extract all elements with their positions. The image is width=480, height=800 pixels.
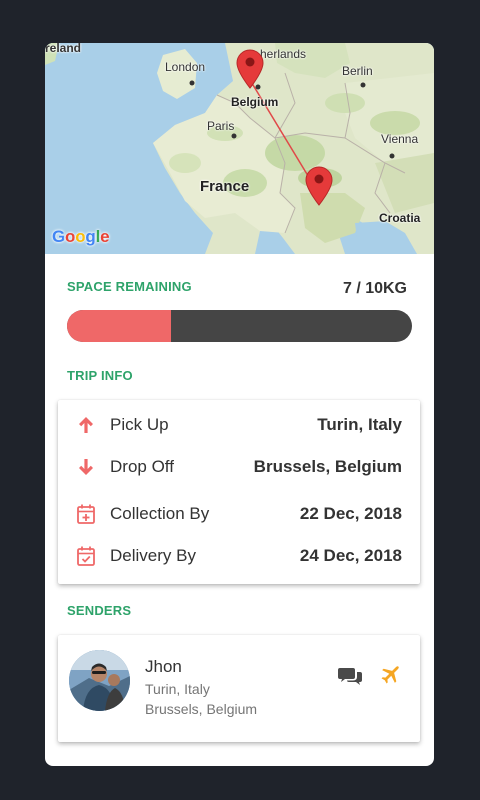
trip-row-pickup: Pick Up Turin, Italy [58, 410, 420, 440]
trip-info-panel: Pick Up Turin, Italy Drop Off Brussels, … [58, 400, 420, 584]
trip-info-title: TRIP INFO [67, 368, 133, 383]
delivery-value: 24 Dec, 2018 [299, 546, 402, 565]
arrow-up-icon [76, 414, 96, 436]
collection-value: 22 Dec, 2018 [299, 504, 402, 523]
trip-row-delivery: Delivery By 24 Dec, 2018 [58, 541, 420, 571]
avatar [69, 650, 130, 711]
route-map[interactable]: reland herlands London Berlin Belgium Pa… [45, 43, 434, 254]
dropoff-pin-icon[interactable] [236, 49, 264, 89]
trip-row-dropoff: Drop Off Brussels, Belgium [58, 452, 420, 482]
google-logo: Google [52, 227, 110, 246]
delivery-label: Delivery By [110, 546, 196, 565]
trip-row-collection: Collection By 22 Dec, 2018 [58, 499, 420, 529]
sender-card[interactable]: Jhon Turin, Italy Brussels, Belgium [58, 635, 420, 742]
map-label-london: London [165, 60, 206, 74]
space-progress-fill [67, 310, 171, 342]
map-label-ireland: reland [45, 43, 82, 55]
map-label-berlin: Berlin [342, 64, 373, 78]
flight-icon[interactable] [378, 662, 404, 686]
pickup-label: Pick Up [110, 415, 169, 434]
map-label-croatia: Croatia [379, 211, 421, 225]
map-label-paris: Paris [207, 119, 235, 133]
chat-icon[interactable] [337, 664, 363, 688]
calendar-check-icon [76, 545, 96, 567]
space-progress-bar [67, 310, 412, 342]
dropoff-label: Drop Off [110, 457, 174, 476]
map-label-netherlands: herlands [260, 47, 307, 61]
pickup-value: Turin, Italy [317, 415, 402, 434]
trip-card: reland herlands London Berlin Belgium Pa… [45, 43, 434, 766]
senders-title: SENDERS [67, 603, 132, 618]
calendar-plus-icon [76, 503, 96, 525]
space-remaining-title: SPACE REMAINING [67, 279, 192, 294]
capacity-value: 7 / 10KG [342, 280, 407, 297]
sender-from: Turin, Italy [145, 681, 210, 697]
collection-label: Collection By [110, 504, 210, 523]
arrow-down-icon [76, 456, 96, 478]
dropoff-value: Brussels, Belgium [253, 457, 402, 476]
map-label-belgium: Belgium [231, 95, 279, 109]
map-label-vienna: Vienna [381, 132, 419, 146]
sender-name: Jhon [145, 657, 182, 676]
map-label-france: France [200, 178, 250, 195]
sender-to: Brussels, Belgium [145, 701, 258, 717]
pickup-pin-icon[interactable] [305, 166, 333, 206]
